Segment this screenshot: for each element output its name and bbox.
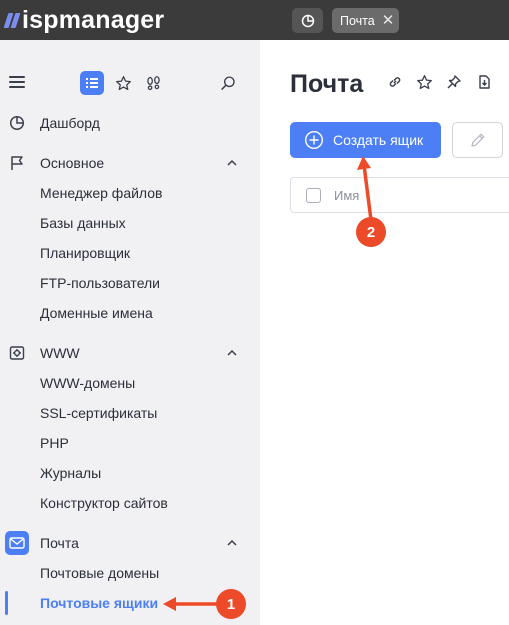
- link-icon[interactable]: [385, 72, 405, 92]
- pencil-icon: [470, 133, 484, 147]
- star-icon[interactable]: [112, 72, 134, 94]
- sidebar-item-logs[interactable]: Журналы: [0, 458, 260, 488]
- sidebar-item-databases[interactable]: Базы данных: [0, 208, 260, 238]
- sidebar-group-main[interactable]: Основное: [0, 148, 260, 178]
- flag-icon: [8, 154, 26, 172]
- table-header: Имя: [290, 177, 509, 213]
- sidebar-item-label: WWW-домены: [40, 375, 136, 391]
- pie-chart-icon: [8, 114, 26, 132]
- gear-icon: [8, 344, 26, 362]
- sidebar-item-label: WWW: [40, 345, 80, 361]
- star-icon[interactable]: [414, 72, 434, 92]
- sidebar-item-label: Дашборд: [40, 115, 100, 131]
- sidebar-item-label: Менеджер файлов: [40, 185, 163, 201]
- pie-chart-icon: [301, 14, 314, 27]
- sidebar-item-ftp-users[interactable]: FTP-пользователи: [0, 268, 260, 298]
- sidebar-item-php[interactable]: PHP: [0, 428, 260, 458]
- close-icon[interactable]: ✕: [382, 13, 395, 28]
- footprints-icon[interactable]: [142, 72, 164, 94]
- tab-mail[interactable]: Почта ✕: [332, 8, 399, 33]
- download-icon[interactable]: [474, 72, 494, 92]
- plus-circle-icon: [304, 130, 324, 150]
- menu-icon[interactable]: [9, 76, 25, 88]
- column-header-name[interactable]: Имя: [334, 188, 359, 203]
- sidebar-item-www-domains[interactable]: WWW-домены: [0, 368, 260, 398]
- chevron-up-icon[interactable]: [225, 347, 239, 359]
- sidebar: Дашборд Основное Менеджер файлов Базы да…: [0, 40, 260, 625]
- sidebar-item-label: Конструктор сайтов: [40, 495, 168, 511]
- sidebar-toolbar: [0, 68, 260, 98]
- sidebar-item-label: FTP-пользователи: [40, 275, 160, 291]
- mail-icon: [5, 531, 29, 555]
- create-mailbox-label: Создать ящик: [333, 132, 424, 148]
- dashboard-tab-button[interactable]: [292, 8, 323, 33]
- logo-text: ispmanager: [22, 5, 165, 34]
- search-icon[interactable]: [217, 72, 239, 94]
- create-mailbox-button[interactable]: Создать ящик: [290, 122, 441, 158]
- top-bar: ispmanager Почта ✕: [0, 0, 509, 40]
- list-view-icon[interactable]: [80, 71, 104, 95]
- active-indicator: [5, 591, 8, 615]
- sidebar-item-label: Почтовые ящики: [40, 595, 159, 611]
- chevron-up-icon[interactable]: [225, 537, 239, 549]
- sidebar-item-scheduler[interactable]: Планировщик: [0, 238, 260, 268]
- sidebar-item-dashboard[interactable]: Дашборд: [0, 108, 260, 138]
- sidebar-item-label: Основное: [40, 155, 105, 171]
- logo-mark-icon: [3, 12, 21, 28]
- edit-button[interactable]: [452, 122, 503, 158]
- sidebar-item-file-manager[interactable]: Менеджер файлов: [0, 178, 260, 208]
- sidebar-item-site-builder[interactable]: Конструктор сайтов: [0, 488, 260, 518]
- annotation-badge-2: 2: [356, 217, 386, 247]
- sidebar-item-label: Журналы: [40, 465, 102, 481]
- chevron-up-icon[interactable]: [225, 157, 239, 169]
- sidebar-item-label: SSL-сертификаты: [40, 405, 158, 421]
- sidebar-item-label: Доменные имена: [40, 305, 153, 321]
- sidebar-item-mail-domains[interactable]: Почтовые домены: [0, 558, 260, 588]
- sidebar-item-label: Планировщик: [40, 245, 131, 261]
- sidebar-item-label: Базы данных: [40, 215, 126, 231]
- page-title: Почта: [290, 70, 364, 98]
- sidebar-item-ssl-certificates[interactable]: SSL-сертификаты: [0, 398, 260, 428]
- ispmanager-logo[interactable]: ispmanager: [3, 5, 165, 34]
- sidebar-item-domain-names[interactable]: Доменные имена: [0, 298, 260, 328]
- select-all-checkbox[interactable]: [306, 188, 321, 203]
- tab-mail-label: Почта: [340, 13, 375, 28]
- sidebar-item-label: Почтовые домены: [40, 565, 160, 581]
- sidebar-group-mail[interactable]: Почта: [0, 528, 260, 558]
- sidebar-item-label: PHP: [40, 435, 69, 451]
- sidebar-item-label: Почта: [40, 535, 79, 551]
- pin-icon[interactable]: [444, 72, 464, 92]
- sidebar-group-www[interactable]: WWW: [0, 338, 260, 368]
- annotation-badge-1: 1: [216, 589, 246, 619]
